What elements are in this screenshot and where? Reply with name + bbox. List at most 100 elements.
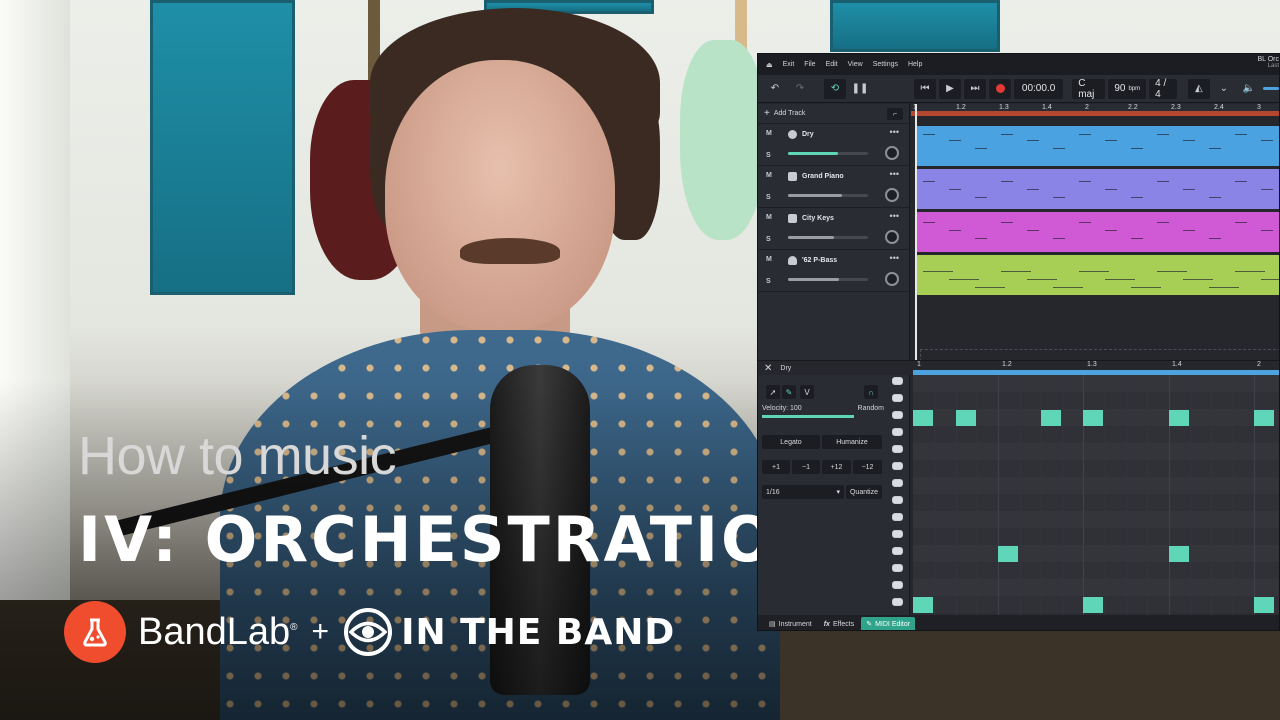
- menu-view[interactable]: View: [848, 61, 863, 68]
- redo-icon[interactable]: ↷: [789, 79, 811, 99]
- grid-row[interactable]: [913, 426, 1279, 443]
- drum-icon[interactable]: [892, 598, 903, 606]
- more-icon[interactable]: •••: [890, 211, 899, 221]
- split-icon[interactable]: ❚❚: [849, 79, 871, 99]
- note-grid[interactable]: [913, 375, 1279, 615]
- midi-note[interactable]: [1168, 410, 1189, 426]
- loop-icon[interactable]: ⟲: [824, 78, 846, 99]
- chevron-down-icon[interactable]: ⌄: [1213, 79, 1235, 99]
- more-icon[interactable]: •••: [890, 169, 899, 179]
- midi-note[interactable]: [1253, 597, 1274, 613]
- midi-note[interactable]: [1040, 410, 1061, 426]
- midi-note[interactable]: [1083, 410, 1104, 426]
- skip-forward-icon[interactable]: ⏭: [964, 78, 986, 99]
- midi-note[interactable]: [913, 597, 933, 613]
- drum-icon[interactable]: [892, 496, 903, 504]
- midi-note[interactable]: [955, 410, 976, 426]
- mute-button[interactable]: M: [766, 172, 772, 179]
- random-button[interactable]: Random: [858, 405, 884, 412]
- menu-settings[interactable]: Settings: [873, 61, 898, 68]
- automation-icon[interactable]: ⌐: [887, 108, 903, 120]
- drum-icon[interactable]: [892, 428, 903, 436]
- velocity-tool-icon[interactable]: V: [800, 385, 814, 399]
- region-dry[interactable]: [915, 126, 1279, 166]
- track-volume-slider[interactable]: [788, 236, 868, 239]
- master-volume-slider[interactable]: [1262, 87, 1279, 90]
- tab-effects[interactable]: fx Effects: [819, 617, 860, 630]
- grid-row[interactable]: [913, 375, 1279, 392]
- undo-icon[interactable]: ↶: [764, 79, 786, 99]
- menu-exit[interactable]: Exit: [783, 61, 795, 68]
- menu-edit[interactable]: Edit: [826, 61, 838, 68]
- track-volume-slider[interactable]: [788, 278, 868, 281]
- drum-icon[interactable]: [892, 581, 903, 589]
- pan-knob[interactable]: [885, 230, 899, 244]
- drum-icon[interactable]: [892, 377, 903, 385]
- drum-icon[interactable]: [892, 462, 903, 470]
- drum-icon[interactable]: [892, 530, 903, 538]
- add-track-button[interactable]: + Add Track ⌐: [758, 104, 909, 124]
- midi-note[interactable]: [998, 546, 1019, 562]
- drum-icon[interactable]: [892, 479, 903, 487]
- mute-button[interactable]: M: [766, 256, 772, 263]
- tab-instrument[interactable]: ▤ Instrument: [764, 617, 817, 630]
- grid-row[interactable]: [913, 511, 1279, 528]
- more-icon[interactable]: •••: [890, 127, 899, 137]
- headphones-icon[interactable]: ∩: [864, 385, 878, 399]
- mute-button[interactable]: M: [766, 130, 772, 137]
- solo-button[interactable]: S: [766, 236, 771, 243]
- legato-button[interactable]: Legato: [762, 435, 820, 449]
- drum-icon[interactable]: [892, 411, 903, 419]
- track-volume-slider[interactable]: [788, 152, 868, 155]
- metronome-icon[interactable]: ◭: [1187, 78, 1210, 99]
- grid-row[interactable]: [913, 443, 1279, 460]
- humanize-button[interactable]: Humanize: [822, 435, 882, 449]
- drum-icon[interactable]: [892, 564, 903, 572]
- grid-select[interactable]: 1/16 ▾: [762, 485, 844, 499]
- solo-button[interactable]: S: [766, 152, 771, 159]
- drum-icon[interactable]: [892, 513, 903, 521]
- key-display[interactable]: C maj: [1072, 78, 1106, 100]
- editor-ruler[interactable]: 1 1.2 1.3 1.4 2: [913, 361, 1279, 375]
- grid-row[interactable]: [913, 477, 1279, 494]
- drum-icon[interactable]: [892, 547, 903, 555]
- grid-row[interactable]: [913, 528, 1279, 545]
- transpose-up-1[interactable]: +1: [762, 460, 790, 474]
- grid-row[interactable]: [913, 460, 1279, 477]
- menu-file[interactable]: File: [804, 61, 815, 68]
- pan-knob[interactable]: [885, 272, 899, 286]
- midi-note[interactable]: [1253, 410, 1274, 426]
- velocity-slider[interactable]: [762, 415, 854, 418]
- pencil-tool-icon[interactable]: ✎: [782, 385, 796, 399]
- speaker-icon[interactable]: 🔈: [1238, 79, 1260, 99]
- transpose-up-12[interactable]: +12: [822, 460, 851, 474]
- transpose-down-1[interactable]: −1: [792, 460, 820, 474]
- grid-row[interactable]: [913, 494, 1279, 511]
- pointer-tool-icon[interactable]: ➚: [766, 385, 780, 399]
- tab-midi-editor[interactable]: ✎ MIDI Editor: [861, 617, 916, 630]
- more-icon[interactable]: •••: [890, 253, 899, 263]
- record-button[interactable]: [989, 78, 1011, 99]
- midi-note[interactable]: [913, 410, 933, 426]
- region-city-keys[interactable]: [915, 212, 1279, 252]
- playhead[interactable]: [915, 104, 917, 360]
- grid-row[interactable]: [913, 392, 1279, 409]
- transpose-down-12[interactable]: −12: [853, 460, 882, 474]
- play-icon[interactable]: ▶: [939, 78, 961, 99]
- solo-button[interactable]: S: [766, 278, 771, 285]
- midi-note[interactable]: [1168, 546, 1189, 562]
- skip-back-icon[interactable]: ⏮: [914, 78, 936, 99]
- grid-row[interactable]: [913, 562, 1279, 579]
- pan-knob[interactable]: [885, 146, 899, 160]
- drum-icon[interactable]: [892, 394, 903, 402]
- loop-region[interactable]: [911, 111, 1279, 116]
- pan-knob[interactable]: [885, 188, 899, 202]
- track-row[interactable]: M S '62 P-Bass •••: [758, 250, 909, 292]
- time-signature[interactable]: 4 / 4: [1149, 78, 1177, 100]
- timeline-ruler[interactable]: 1 1.2 1.3 1.4 2 2.2 2.3 2.4 3: [911, 104, 1279, 116]
- drum-icon[interactable]: [892, 445, 903, 453]
- grid-row[interactable]: [913, 545, 1279, 562]
- track-volume-slider[interactable]: [788, 194, 868, 197]
- menu-help[interactable]: Help: [908, 61, 922, 68]
- tempo-display[interactable]: 90 bpm: [1108, 78, 1147, 99]
